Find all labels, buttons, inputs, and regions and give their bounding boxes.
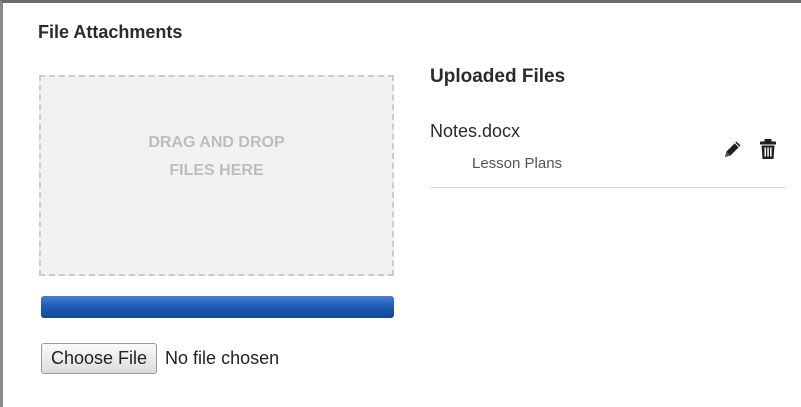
uploaded-file-category: Lesson Plans <box>472 155 563 172</box>
drop-zone[interactable]: DRAG AND DROP FILES HERE <box>39 75 394 276</box>
panel-title: File Attachments <box>38 22 183 42</box>
choose-file-button[interactable]: Choose File <box>41 343 158 374</box>
pencil-icon <box>725 141 741 157</box>
file-input-row: Choose File No file chosen <box>41 343 279 374</box>
upload-progress-fill <box>41 296 394 318</box>
uploaded-files-title: Uploaded Files <box>430 66 566 87</box>
upload-progress-bar <box>41 296 394 318</box>
file-attachments-panel: File Attachments DRAG AND DROP FILES HER… <box>0 0 801 407</box>
delete-file-button[interactable] <box>757 137 779 161</box>
file-input-status: No file chosen <box>165 348 280 368</box>
drop-zone-label: DRAG AND DROP FILES HERE <box>148 129 284 185</box>
uploaded-file-name[interactable]: Notes.docx <box>430 121 520 142</box>
trash-icon <box>760 139 776 159</box>
edit-file-button[interactable] <box>721 137 743 161</box>
uploaded-file-item: Notes.docx Lesson Plans <box>430 115 786 188</box>
drop-zone-line-2: FILES HERE <box>169 161 264 179</box>
drop-zone-line-1: DRAG AND DROP <box>148 133 285 151</box>
